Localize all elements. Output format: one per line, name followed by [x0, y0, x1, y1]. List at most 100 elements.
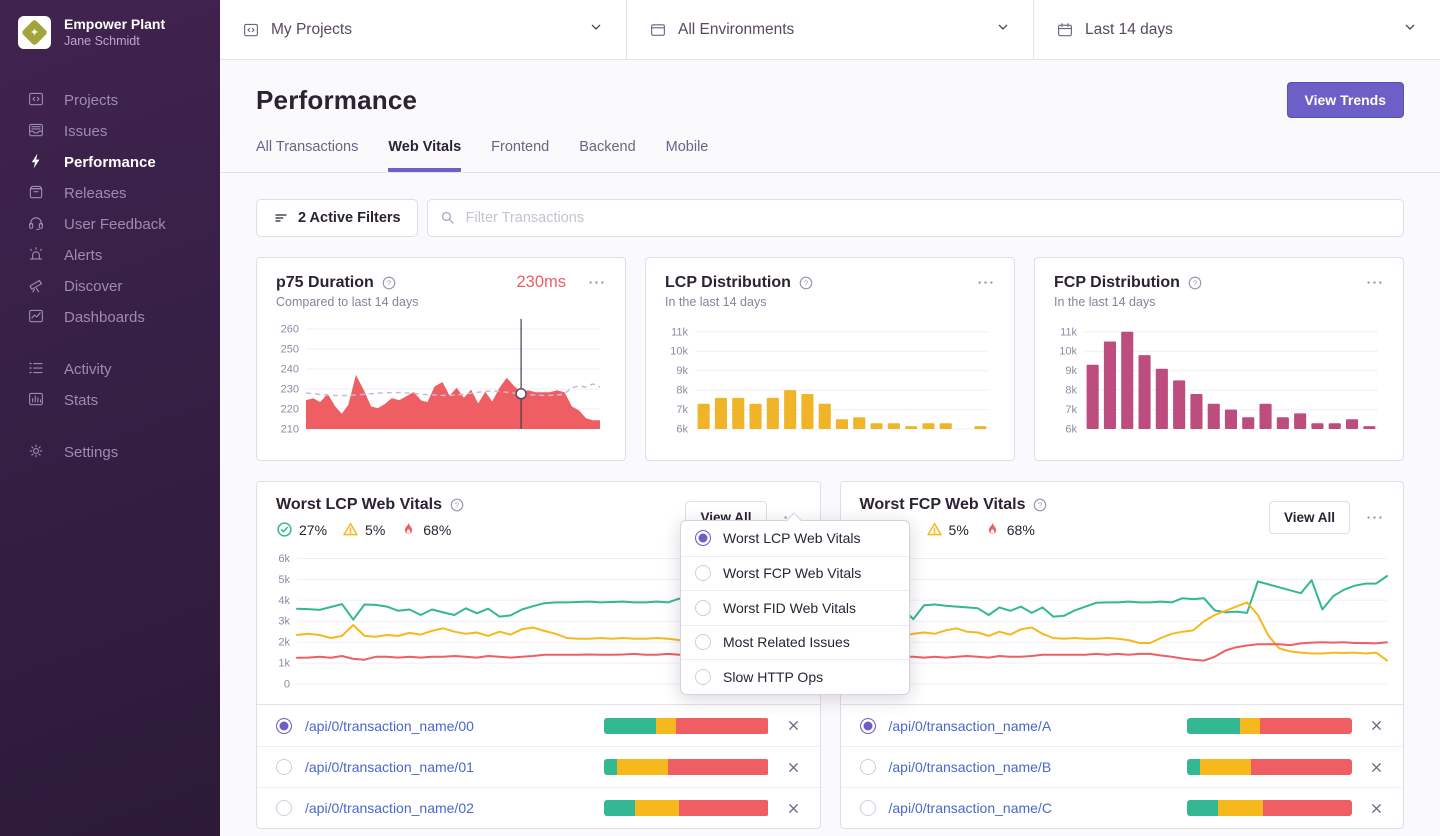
worst-fcp-card: Worst FCP Web Vitals ? 27% 5% — [840, 481, 1405, 829]
close-icon[interactable] — [786, 718, 801, 733]
environment-selector[interactable]: All Environments — [627, 0, 1034, 59]
tab-web-vitals[interactable]: Web Vitals — [388, 139, 461, 172]
chevron-down-icon — [1402, 19, 1418, 40]
row-radio[interactable] — [860, 718, 876, 734]
project-selector-label: My Projects — [271, 21, 352, 39]
tab-backend[interactable]: Backend — [579, 139, 635, 172]
svg-text:9k: 9k — [676, 365, 688, 377]
menu-item-label: Worst LCP Web Vitals — [723, 530, 860, 546]
svg-text:?: ? — [387, 278, 391, 287]
row-radio[interactable] — [860, 800, 876, 816]
vitals-legend: 27% 5% 68% — [276, 521, 465, 538]
transaction-link[interactable]: /api/0/transaction_name/02 — [305, 800, 474, 816]
more-options-icon[interactable] — [976, 273, 995, 292]
legend-good: 27% — [276, 521, 327, 538]
close-icon[interactable] — [1369, 760, 1384, 775]
tab-all-transactions[interactable]: All Transactions — [256, 139, 358, 172]
card-subtitle: In the last 14 days — [665, 295, 995, 309]
help-icon[interactable]: ? — [381, 275, 397, 291]
help-icon[interactable]: ? — [449, 497, 465, 513]
svg-text:3k: 3k — [278, 616, 290, 628]
row-radio[interactable] — [860, 759, 876, 775]
table-row: /api/0/transaction_name/00 — [257, 705, 820, 746]
sidebar-item-releases[interactable]: Releases — [0, 178, 220, 209]
transaction-table: /api/0/transaction_name/A /api/0/transac… — [841, 704, 1404, 828]
more-options-icon[interactable] — [1365, 508, 1384, 527]
transaction-link[interactable]: /api/0/transaction_name/A — [889, 718, 1052, 734]
svg-text:11k: 11k — [671, 326, 688, 338]
sidebar-item-settings[interactable]: Settings — [0, 437, 220, 468]
sidebar-item-discover[interactable]: Discover — [0, 271, 220, 302]
svg-text:240: 240 — [281, 364, 299, 376]
sidebar-item-stats[interactable]: Stats — [0, 385, 220, 416]
view-all-button[interactable]: View All — [1269, 501, 1350, 534]
svg-text:210: 210 — [281, 424, 299, 436]
tab-bar: All Transactions Web Vitals Frontend Bac… — [256, 139, 1404, 172]
legend-meh-value: 5% — [365, 522, 385, 538]
user-feedback-icon — [27, 214, 45, 236]
chevron-down-icon — [995, 19, 1011, 40]
legend-poor: 68% — [984, 521, 1035, 538]
close-icon[interactable] — [1369, 801, 1384, 816]
lcp-distribution-chart: 6k7k8k9k10k11k — [665, 317, 993, 439]
fcp-distribution-card: FCP Distribution ? In the last 14 days 6… — [1034, 257, 1404, 461]
sidebar-item-label: Settings — [64, 444, 118, 461]
sidebar-item-label: Dashboards — [64, 309, 145, 326]
more-options-icon[interactable] — [587, 273, 606, 292]
sidebar-item-performance[interactable]: Performance — [0, 147, 220, 178]
tab-mobile[interactable]: Mobile — [666, 139, 709, 172]
menu-item-most-related-issues[interactable]: Most Related Issues — [681, 625, 909, 660]
transaction-link[interactable]: /api/0/transaction_name/C — [889, 800, 1052, 816]
close-icon[interactable] — [786, 801, 801, 816]
date-range-selector[interactable]: Last 14 days — [1034, 0, 1440, 59]
help-icon[interactable]: ? — [798, 275, 814, 291]
svg-text:6k: 6k — [278, 553, 290, 565]
calendar-icon — [1056, 21, 1074, 39]
svg-text:?: ? — [455, 501, 459, 510]
active-filters-button[interactable]: 2 Active Filters — [256, 199, 418, 237]
chevron-down-icon — [588, 19, 604, 40]
environment-selector-label: All Environments — [678, 21, 794, 39]
sidebar-item-activity[interactable]: Activity — [0, 354, 220, 385]
sidebar-item-projects[interactable]: Projects — [0, 85, 220, 116]
sidebar-item-label: Projects — [64, 92, 118, 109]
help-icon[interactable]: ? — [1187, 275, 1203, 291]
menu-item-worst-fid[interactable]: Worst FID Web Vitals — [681, 590, 909, 625]
sidebar-item-label: Activity — [64, 361, 112, 378]
sidebar-item-label: Issues — [64, 123, 107, 140]
fire-icon — [400, 521, 417, 538]
row-radio[interactable] — [276, 759, 292, 775]
menu-item-label: Most Related Issues — [723, 634, 850, 650]
transaction-link[interactable]: /api/0/transaction_name/00 — [305, 718, 474, 734]
help-icon[interactable]: ? — [1032, 497, 1048, 513]
menu-item-slow-http-ops[interactable]: Slow HTTP Ops — [681, 659, 909, 694]
svg-text:250: 250 — [281, 344, 299, 356]
discover-icon — [27, 276, 45, 298]
sidebar-item-issues[interactable]: Issues — [0, 116, 220, 147]
sidebar-item-dashboards[interactable]: Dashboards — [0, 302, 220, 333]
p75-duration-card: p75 Duration ? 230ms Compared to last 14… — [256, 257, 626, 461]
menu-item-worst-fcp[interactable]: Worst FCP Web Vitals — [681, 556, 909, 591]
sidebar-item-user-feedback[interactable]: User Feedback — [0, 209, 220, 240]
svg-text:6k: 6k — [1065, 424, 1077, 436]
search-input[interactable] — [427, 199, 1404, 237]
row-radio[interactable] — [276, 718, 292, 734]
tab-frontend[interactable]: Frontend — [491, 139, 549, 172]
transaction-link[interactable]: /api/0/transaction_name/B — [889, 759, 1052, 775]
close-icon[interactable] — [1369, 718, 1384, 733]
menu-radio — [695, 600, 711, 616]
transaction-link[interactable]: /api/0/transaction_name/01 — [305, 759, 474, 775]
table-row: /api/0/transaction_name/01 — [257, 746, 820, 787]
project-selector[interactable]: My Projects — [220, 0, 627, 59]
org-switcher[interactable]: ✦ Empower Plant Jane Schmidt — [0, 16, 220, 49]
view-trends-button[interactable]: View Trends — [1287, 82, 1404, 118]
close-icon[interactable] — [786, 760, 801, 775]
sparkle-icon: ✦ — [18, 16, 51, 49]
projects-icon — [242, 21, 260, 39]
sidebar-item-alerts[interactable]: Alerts — [0, 240, 220, 271]
row-radio[interactable] — [276, 800, 292, 816]
menu-item-worst-lcp[interactable]: Worst LCP Web Vitals — [681, 521, 909, 556]
svg-text:5k: 5k — [278, 574, 290, 586]
more-options-icon[interactable] — [1365, 273, 1384, 292]
p75-duration-chart: 210220230240250260 — [276, 317, 604, 439]
